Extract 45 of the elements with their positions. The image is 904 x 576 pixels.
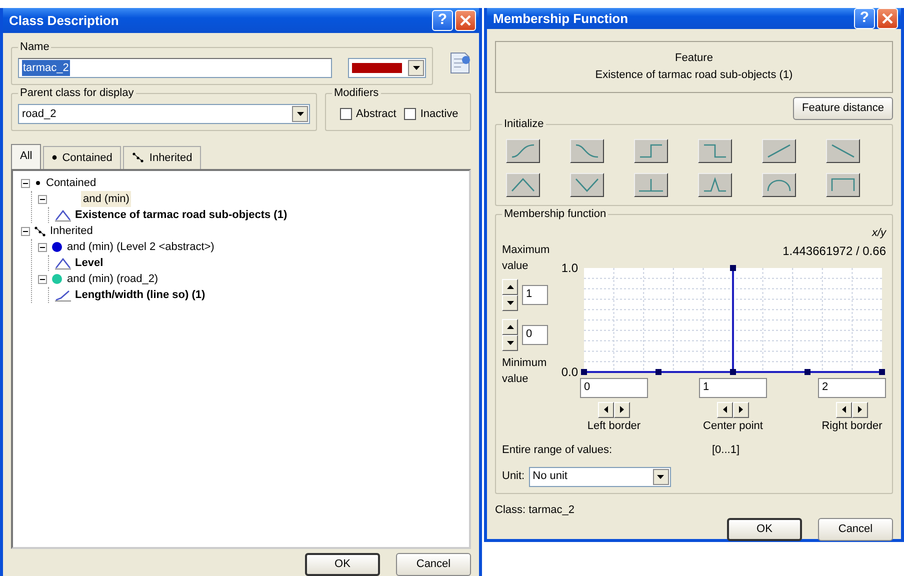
tree-item[interactable]: and (min)	[81, 190, 132, 208]
tree-item[interactable]: Level	[75, 254, 104, 272]
tab[interactable]: Inherited	[123, 146, 202, 169]
number-field[interactable]: 1	[699, 378, 767, 398]
axis-label: 0.0	[561, 364, 578, 378]
field-label: Left border	[587, 418, 641, 434]
coordinate-readout: 1.443661972 / 0.66	[782, 242, 886, 260]
tree-item[interactable]: Contained	[46, 174, 96, 192]
checkbox[interactable]: Abstract	[340, 106, 396, 122]
name-field[interactable]: tarmac_2	[18, 58, 332, 78]
number-field[interactable]: 0	[522, 324, 548, 344]
window-title: Class Description	[9, 12, 120, 30]
group-label: Membership function	[502, 208, 608, 221]
field-label: Minimum value	[502, 356, 548, 387]
tree-item[interactable]: Existence of tarmac road sub-objects (1)	[75, 206, 288, 224]
tree-item[interactable]: Length/width (line so) (1)	[75, 286, 206, 304]
tree-item[interactable]: Inherited	[50, 222, 93, 240]
field-label: Unit:	[502, 469, 525, 484]
number-field[interactable]: 2	[818, 378, 886, 398]
tab[interactable]: All	[11, 144, 42, 169]
tree-item[interactable]: and (min) (Level 2 <abstract>)	[67, 238, 214, 256]
tab[interactable]: Contained	[43, 146, 122, 169]
axis-label: 1.0	[561, 260, 578, 274]
dialog-button[interactable]: Cancel	[818, 518, 893, 541]
group-label: Parent class for display	[18, 87, 136, 100]
dialog-button[interactable]: OK	[727, 518, 802, 541]
dialog-button[interactable]: OK	[305, 553, 380, 576]
number-field[interactable]: 0	[580, 378, 648, 398]
field-label: Center point	[703, 418, 763, 434]
number-field[interactable]: 1	[522, 284, 548, 304]
field-label: Entire range of values:	[502, 443, 614, 458]
feature-distance-button[interactable]: Feature distance	[793, 97, 893, 120]
unit-dropdown[interactable]: No unit	[528, 466, 671, 486]
checkbox[interactable]: Inactive	[404, 106, 458, 122]
parent-class-dropdown[interactable]: road_2	[18, 104, 310, 124]
feature-heading: Feature	[674, 51, 714, 66]
window-title: Membership Function	[493, 10, 630, 28]
range-value: [0...1]	[712, 443, 740, 458]
class-label: Class: tarmac_2	[495, 502, 576, 518]
feature-name: Existence of tarmac road sub-objects (1)	[594, 68, 794, 83]
field-label: Maximum value	[502, 242, 550, 274]
tree-item[interactable]: and (min) (road_2)	[67, 270, 158, 288]
axis-label: x/y	[872, 226, 886, 241]
dialog-button[interactable]: Cancel	[396, 553, 471, 576]
field-label: Right border	[822, 418, 882, 434]
